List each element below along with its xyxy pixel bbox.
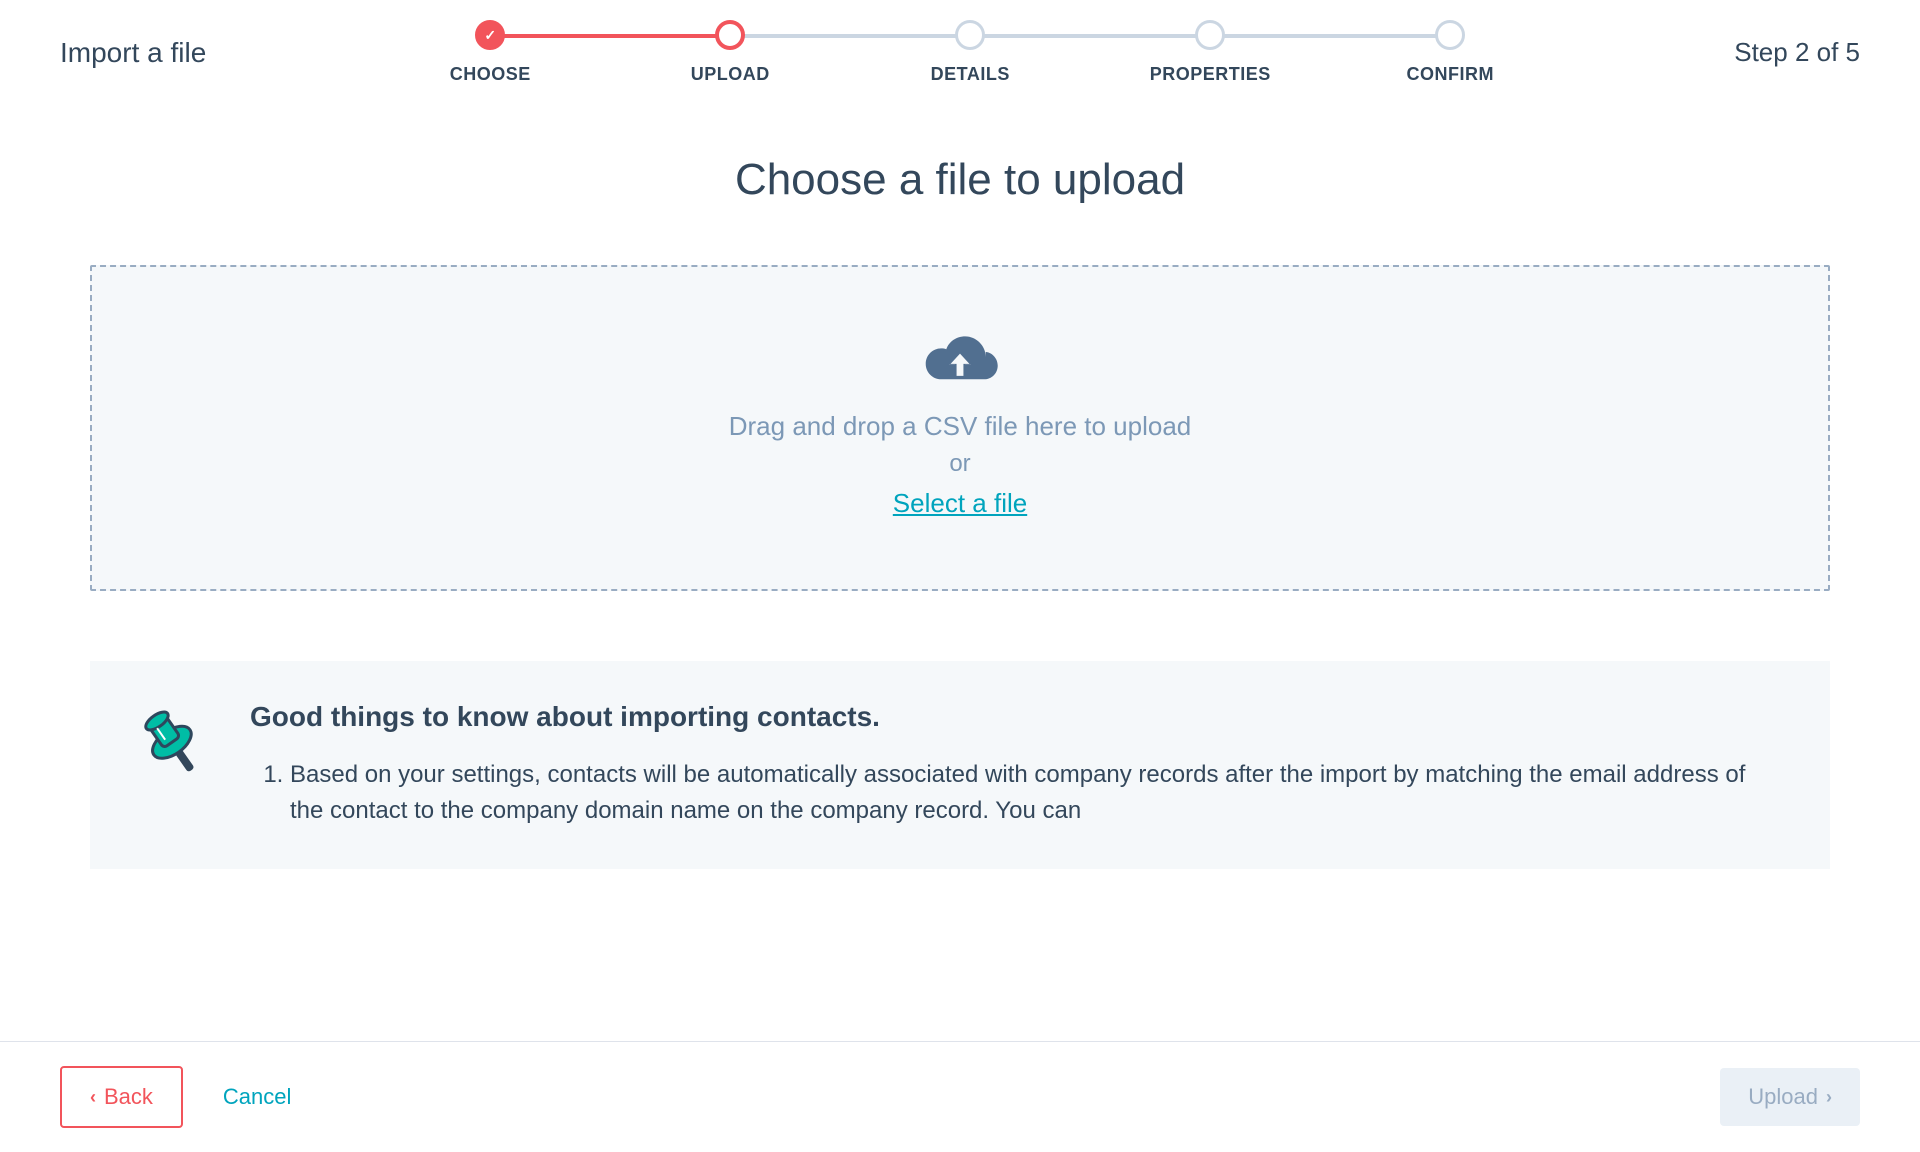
step-upload[interactable]: UPLOAD bbox=[610, 20, 850, 85]
step-circle-icon bbox=[715, 20, 745, 50]
upload-button[interactable]: Upload › bbox=[1720, 1068, 1860, 1126]
step-label: CONFIRM bbox=[1407, 64, 1495, 85]
cloud-upload-icon bbox=[915, 327, 1005, 387]
step-circle-icon bbox=[955, 20, 985, 50]
step-label: PROPERTIES bbox=[1150, 64, 1271, 85]
page-title: Import a file bbox=[60, 37, 206, 69]
select-file-link[interactable]: Select a file bbox=[893, 488, 1027, 519]
step-label: CHOOSE bbox=[450, 64, 531, 85]
step-confirm[interactable]: CONFIRM bbox=[1330, 20, 1570, 85]
info-panel: Good things to know about importing cont… bbox=[90, 661, 1830, 869]
chevron-right-icon: › bbox=[1826, 1087, 1832, 1108]
back-button[interactable]: ‹ Back bbox=[60, 1066, 183, 1128]
chevron-left-icon: ‹ bbox=[90, 1087, 96, 1108]
upload-label: Upload bbox=[1748, 1084, 1818, 1110]
main-heading: Choose a file to upload bbox=[90, 155, 1830, 205]
file-dropzone[interactable]: Drag and drop a CSV file here to upload … bbox=[90, 265, 1830, 591]
step-indicator: Step 2 of 5 bbox=[1734, 37, 1860, 68]
step-label: DETAILS bbox=[931, 64, 1010, 85]
step-label: UPLOAD bbox=[691, 64, 770, 85]
check-icon: ✓ bbox=[475, 20, 505, 50]
header-bar: Import a file ✓ CHOOSE UPLOAD DETAILS PR… bbox=[0, 0, 1920, 115]
dropzone-instruction: Drag and drop a CSV file here to upload bbox=[729, 411, 1192, 442]
info-heading: Good things to know about importing cont… bbox=[250, 701, 1780, 733]
step-choose[interactable]: ✓ CHOOSE bbox=[370, 20, 610, 85]
back-label: Back bbox=[104, 1084, 153, 1110]
cancel-button[interactable]: Cancel bbox=[223, 1068, 291, 1126]
step-circle-icon bbox=[1435, 20, 1465, 50]
main-content: Choose a file to upload Drag and drop a … bbox=[0, 115, 1920, 1069]
footer-bar: ‹ Back Cancel Upload › bbox=[0, 1041, 1920, 1152]
step-circle-icon bbox=[1195, 20, 1225, 50]
info-item: Based on your settings, contacts will be… bbox=[290, 757, 1780, 829]
dropzone-or: or bbox=[949, 450, 970, 478]
step-properties[interactable]: PROPERTIES bbox=[1090, 20, 1330, 85]
info-content: Good things to know about importing cont… bbox=[250, 701, 1780, 829]
step-details[interactable]: DETAILS bbox=[850, 20, 1090, 85]
stepper: ✓ CHOOSE UPLOAD DETAILS PROPERTIES bbox=[206, 20, 1734, 85]
pushpin-icon bbox=[140, 705, 210, 785]
